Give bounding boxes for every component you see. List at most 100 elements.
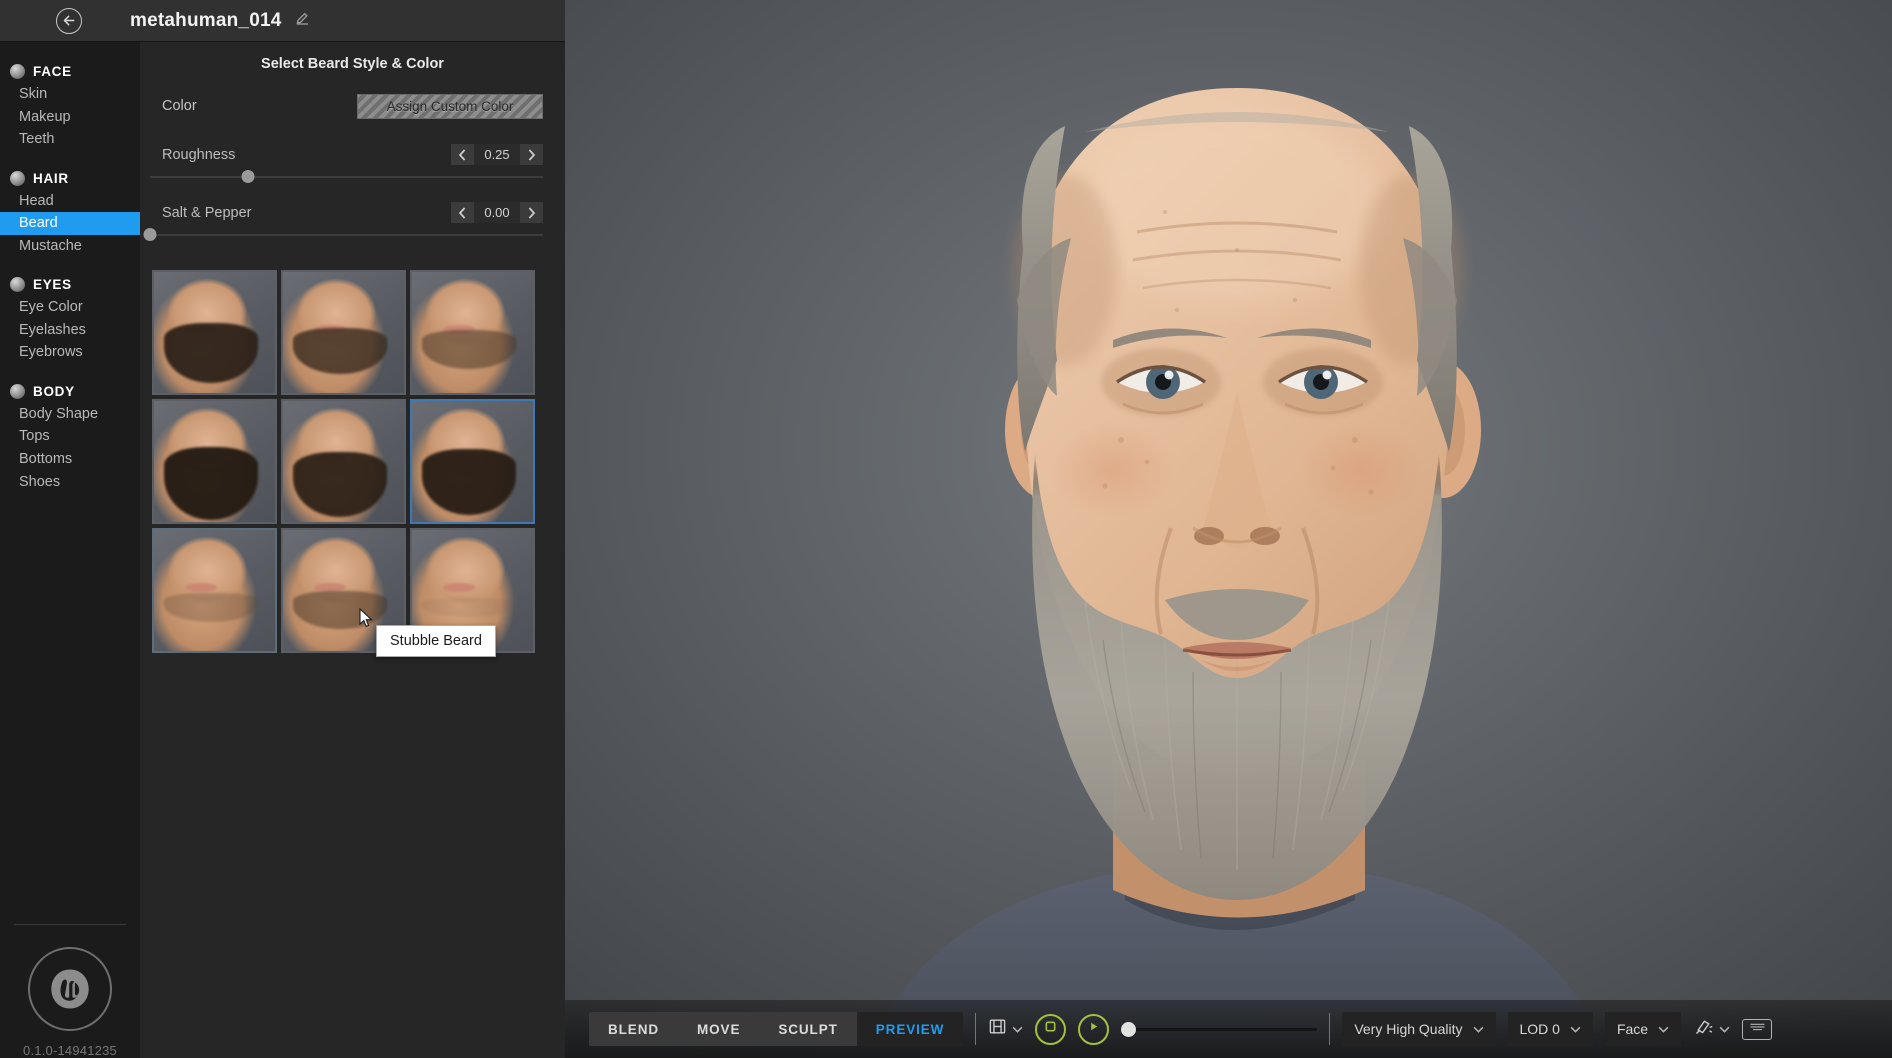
toolbar-divider — [975, 1013, 977, 1045]
sidebar-item-body-shape[interactable]: Body Shape — [0, 403, 140, 426]
mouse-cursor — [359, 607, 374, 634]
sidebar-item-beard[interactable]: Beard — [0, 212, 140, 235]
body-icon — [10, 383, 25, 399]
sidebar-item-eyelashes[interactable]: Eyelashes — [0, 319, 140, 342]
unreal-engine-logo — [28, 947, 112, 1031]
beard-thumbnail-chin-beard[interactable] — [410, 399, 535, 524]
lod-dropdown-label: LOD 0 — [1519, 1021, 1560, 1037]
sidebar-group-header-body[interactable]: BODY — [0, 380, 140, 403]
sidebar-item-teeth[interactable]: Teeth — [0, 128, 140, 151]
character-viewport[interactable]: BLEND MOVE SCULPT PREVIEW Very High Qual… — [565, 0, 1892, 1058]
style-tooltip: Stubble Beard — [376, 625, 496, 657]
color-row: Color Assign Custom Color — [140, 90, 565, 122]
beard-thumbnail-stubble-beard[interactable] — [152, 528, 277, 653]
character-portrait — [565, 0, 1892, 1058]
app-header: metahuman_014 — [0, 0, 565, 42]
camera-dropdown-label: Face — [1616, 1021, 1649, 1037]
slider-label-salt-pepper: Salt & Pepper — [162, 204, 252, 221]
play-button[interactable] — [1078, 1013, 1110, 1045]
sidebar-group-body: BODY Body Shape Tops Bottoms Shoes — [0, 380, 140, 493]
sidebar-item-eye-color[interactable]: Eye Color — [0, 296, 140, 319]
back-arrow-icon — [62, 13, 77, 28]
color-label: Color — [162, 98, 197, 114]
increment-button-salt-pepper[interactable] — [520, 202, 543, 223]
lighting-icon — [1693, 1016, 1714, 1042]
sidebar-item-bottoms[interactable]: Bottoms — [0, 448, 140, 471]
sidebar-nav: FACE Skin Makeup Teeth HAIR Head Beard Mustache… — [0, 42, 140, 924]
beard-thumbnail-long-beard[interactable] — [152, 399, 277, 524]
thumbnail-face — [154, 530, 275, 651]
sidebar-item-skin[interactable]: Skin — [0, 83, 140, 106]
sidebar-group-header-face[interactable]: FACE — [0, 60, 140, 83]
beard-thumbnail-medium-beard[interactable] — [281, 399, 406, 524]
decrement-button-salt-pepper[interactable] — [451, 202, 474, 223]
back-button[interactable] — [56, 7, 82, 34]
sidebar-item-head[interactable]: Head — [0, 190, 140, 213]
value-roughness[interactable]: 0.25 — [474, 144, 520, 165]
page-title: metahuman_014 — [130, 9, 282, 31]
slider-header-roughness: Roughness 0.25 — [140, 144, 565, 165]
sidebar-group-header-eyes[interactable]: EYES — [0, 273, 140, 296]
beard-thumbnail-full-beard[interactable] — [152, 270, 277, 395]
quality-dropdown[interactable]: Very High Quality — [1342, 1012, 1496, 1046]
eye-icon — [10, 277, 25, 293]
mode-button-group: BLEND MOVE SCULPT PREVIEW — [589, 1012, 964, 1046]
assign-custom-color-button[interactable]: Assign Custom Color — [357, 93, 543, 119]
keyboard-shortcuts-button[interactable] — [1742, 1018, 1773, 1040]
thumbnail-lips — [185, 583, 217, 592]
slider-header-salt-pepper: Salt & Pepper 0.00 — [140, 202, 565, 223]
panel-title: Select Beard Style & Color — [261, 56, 444, 72]
slider-track-wrap-salt-pepper[interactable] — [143, 226, 543, 244]
mode-button-move[interactable]: MOVE — [678, 1012, 759, 1046]
chevron-down-icon — [1012, 1026, 1023, 1033]
camera-dropdown[interactable]: Face — [1604, 1012, 1682, 1046]
slider-label-roughness: Roughness — [162, 146, 236, 163]
slider-track-roughness — [150, 176, 543, 178]
assign-custom-color-label: Assign Custom Color — [386, 98, 514, 114]
film-strip-button[interactable] — [988, 1017, 1023, 1041]
rename-button[interactable] — [295, 11, 310, 31]
stepper-roughness: 0.25 — [451, 144, 543, 165]
slider-knob-salt-pepper[interactable] — [143, 228, 157, 241]
pencil-icon — [295, 11, 310, 31]
sidebar-group-label: FACE — [33, 64, 72, 79]
chevron-down-icon — [1473, 1026, 1484, 1033]
lod-dropdown[interactable]: LOD 0 — [1507, 1012, 1593, 1046]
sidebar-item-mustache[interactable]: Mustache — [0, 235, 140, 258]
quality-dropdown-label: Very High Quality — [1354, 1021, 1463, 1037]
timeline-knob[interactable] — [1121, 1021, 1137, 1037]
face-icon — [10, 64, 25, 79]
sidebar-group-header-hair[interactable]: HAIR — [0, 167, 140, 190]
sidebar-group-label: EYES — [33, 277, 72, 293]
slider-block-roughness: Roughness 0.25 — [140, 144, 565, 186]
mode-button-blend[interactable]: BLEND — [589, 1012, 678, 1046]
stop-record-button[interactable] — [1035, 1013, 1067, 1045]
mode-button-sculpt[interactable]: SCULPT — [759, 1012, 856, 1046]
sidebar-item-shoes[interactable]: Shoes — [0, 471, 140, 494]
lighting-button[interactable] — [1693, 1016, 1730, 1042]
sidebar-item-eyebrows[interactable]: Eyebrows — [0, 341, 140, 364]
beard-thumbnail-light-beard[interactable] — [410, 270, 535, 395]
sidebar-item-makeup[interactable]: Makeup — [0, 106, 140, 129]
properties-panel: Select Beard Style & Color Color Assign … — [140, 42, 565, 1058]
sidebar-footer: 0.1.0-14941235 — [14, 924, 126, 1058]
play-button-icon — [1087, 1020, 1100, 1038]
metahuman-creator-app: BLEND MOVE SCULPT PREVIEW Very High Qual… — [0, 0, 1892, 1058]
film-strip-icon — [988, 1017, 1007, 1041]
mode-button-preview[interactable]: PREVIEW — [856, 1012, 964, 1046]
value-salt-pepper[interactable]: 0.00 — [474, 202, 520, 223]
increment-button-roughness[interactable] — [520, 144, 543, 165]
sidebar-group-label: BODY — [33, 383, 75, 399]
sidebar-item-tops[interactable]: Tops — [0, 425, 140, 448]
bottom-toolbar: BLEND MOVE SCULPT PREVIEW Very High Qual… — [565, 1000, 1892, 1058]
beard-thumbnail-short-beard[interactable] — [281, 270, 406, 395]
sidebar-group-hair: HAIR Head Beard Mustache — [0, 167, 140, 258]
toolbar-divider-2 — [1329, 1013, 1331, 1045]
decrement-button-roughness[interactable] — [451, 144, 474, 165]
sidebar-group-face: FACE Skin Makeup Teeth — [0, 60, 140, 151]
slider-track-wrap-roughness[interactable] — [150, 168, 543, 186]
timeline-slider[interactable] — [1121, 1019, 1318, 1039]
chevron-down-icon — [1658, 1026, 1669, 1033]
keyboard-icon — [1747, 1020, 1768, 1038]
slider-knob-roughness[interactable] — [241, 170, 255, 183]
